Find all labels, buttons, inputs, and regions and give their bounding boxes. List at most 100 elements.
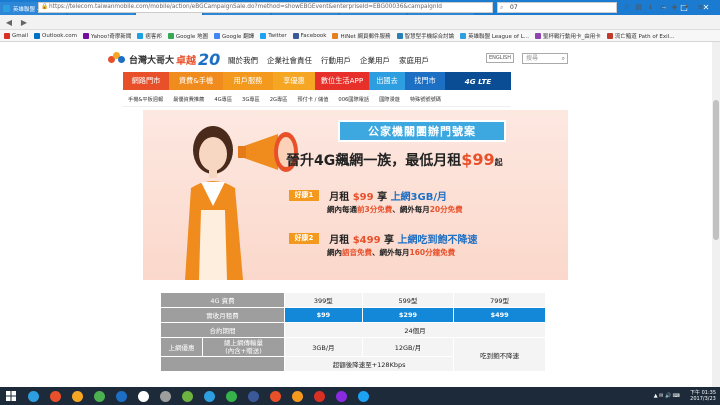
tray-icons: ▲ ✉ 🔊 ⌨ — [653, 393, 680, 399]
bookmark-favicon-icon — [137, 32, 144, 39]
offer-sub-pre: 網內 — [327, 248, 342, 257]
bookmark-favicon-icon — [292, 32, 299, 39]
subnav-link[interactable]: 2G專區 — [270, 96, 288, 103]
site-logo[interactable]: 台灣大哥大 卓越 20 — [108, 48, 220, 70]
scroll-thumb[interactable] — [713, 100, 719, 240]
offer-price: $99 — [352, 192, 374, 203]
bookmark-item[interactable]: 英雄聯盟 League of L... — [460, 32, 529, 40]
mainnav-item[interactable]: 享優惠 — [273, 72, 315, 90]
bookmark-item[interactable]: 智慧型手機綜合討論 — [396, 32, 454, 40]
topnav-link[interactable]: 關於我們 — [228, 55, 258, 66]
topnav-link[interactable]: 行動用戶 — [321, 55, 351, 66]
taskbar-app[interactable] — [176, 387, 198, 405]
app-icon — [115, 390, 127, 402]
topnav-link[interactable]: 家庭用戶 — [399, 55, 429, 66]
clock-date: 2017/3/23 — [690, 396, 716, 402]
table-row: 合約期間 24個月 — [160, 322, 546, 338]
promo-banner: 公家機關團辦門號案 晉升4G飆網一族，最低月租$99起 好康1 月租 $99 享… — [143, 110, 568, 280]
bookmark-item[interactable]: HiNet 網頁郵件服務 — [332, 32, 391, 40]
url-bar[interactable]: 🔒 https://telecom.taiwanmobile.com/mobile… — [38, 2, 493, 13]
search-icon[interactable]: ⌕ — [562, 54, 565, 63]
site-search-placeholder: 搜尋 — [526, 55, 539, 62]
bookmarks-bar: Gmail Outlook.com Yahoo!奇摩新聞 痞客邦 Google 地圖 Go… — [0, 30, 720, 42]
bookmark-item[interactable]: Yahoo!奇摩新聞 — [82, 32, 131, 40]
taskbar-app[interactable] — [88, 387, 110, 405]
start-button[interactable] — [0, 387, 22, 405]
taskbar-app[interactable] — [242, 387, 264, 405]
offer-mid: 享 — [384, 235, 395, 246]
bookmark-item[interactable]: Twitter — [260, 32, 287, 39]
taskbar-app[interactable] — [308, 387, 330, 405]
subnav-link[interactable]: 特殊號號號碼 — [410, 96, 441, 103]
logo-mark-icon — [108, 52, 126, 66]
table-cell: 實收月租費 — [160, 307, 285, 323]
back-button[interactable]: ◀ — [3, 16, 15, 28]
taskbar-app[interactable] — [110, 387, 132, 405]
app-icon — [335, 390, 347, 402]
bookmark-item[interactable]: Gmail — [4, 32, 29, 39]
topnav-link[interactable]: 企業社會責任 — [267, 55, 312, 66]
app-icon — [159, 390, 171, 402]
bookmark-item[interactable]: Outlook.com — [34, 32, 77, 39]
app-icon — [27, 390, 39, 402]
bookmark-item[interactable]: Google 地圖 — [167, 32, 208, 40]
taskbar-app[interactable] — [44, 387, 66, 405]
mainnav-item[interactable]: 資費&手機 — [169, 72, 223, 90]
taskbar-app[interactable] — [132, 387, 154, 405]
bookmark-item[interactable]: Google 翻譯 — [214, 32, 254, 40]
offer-sub-mid: 、網外每月 — [372, 248, 410, 257]
taskbar-app[interactable] — [330, 387, 352, 405]
site-search-input[interactable]: 搜尋 ⌕ — [522, 53, 568, 64]
subnav-link[interactable]: 手機&平板週報 — [128, 96, 163, 103]
mainnav-item[interactable]: 出國去 — [369, 72, 405, 90]
subnav-link[interactable]: 預付卡 / 儲值 — [297, 96, 328, 103]
offer-mid: 享 — [377, 192, 388, 203]
taskbar-app[interactable] — [154, 387, 176, 405]
mainnav-item[interactable]: 找門市 — [405, 72, 445, 90]
topnav-link[interactable]: 企業用戶 — [360, 55, 390, 66]
addon-icon[interactable]: ✦ — [682, 3, 691, 12]
subnav-link[interactable]: 最優資費推薦 — [173, 96, 204, 103]
browser-search-input[interactable]: ⌕ 07 — [497, 2, 617, 13]
download-icon[interactable]: ↓ — [646, 3, 655, 12]
clock[interactable]: 下午 01:35 2017/3/23 — [690, 390, 716, 402]
logo-brand: 卓越 — [176, 55, 197, 67]
mainnav-item[interactable]: 用戶服務 — [223, 72, 273, 90]
taskbar-app[interactable] — [264, 387, 286, 405]
taskbar-app[interactable] — [66, 387, 88, 405]
taskbar-app[interactable] — [22, 387, 44, 405]
subnav-link[interactable]: 006國際電話 — [338, 96, 369, 103]
page-scrollbar[interactable] — [712, 42, 720, 387]
bookmark-favicon-icon — [535, 32, 542, 39]
mainnav-item[interactable]: 網路門市 — [123, 72, 169, 90]
english-button[interactable]: ENGLISH — [486, 53, 514, 63]
taskbar-app[interactable] — [352, 387, 374, 405]
bookmark-label: Gmail — [12, 32, 29, 39]
table-cell: $499 — [453, 307, 546, 323]
banner-ribbon: 公家機關團辦門號案 — [338, 120, 506, 142]
forward-button[interactable]: ▶ — [18, 16, 30, 28]
bookmark-star-icon[interactable]: ☆ — [622, 3, 631, 12]
offer-subtext: 網內每通前3分免費、網外每月20分免費 — [327, 204, 463, 215]
taskbar-app[interactable] — [286, 387, 308, 405]
home-icon[interactable]: ⌂ — [658, 3, 667, 12]
library-icon[interactable]: ▤ — [634, 3, 643, 12]
offer-highlight: 上網吃到飽不降速 — [397, 235, 478, 246]
bookmark-item[interactable]: Facebook — [292, 32, 326, 39]
taskbar-app[interactable] — [198, 387, 220, 405]
subnav-link[interactable]: 4G專區 — [214, 96, 232, 103]
bookmark-favicon-icon — [4, 32, 10, 39]
offer-label: 月租 — [329, 235, 350, 246]
bookmark-item[interactable]: 流亡黯道 Path of Exil... — [606, 32, 674, 40]
bookmark-item[interactable]: 痞客邦 — [137, 32, 162, 40]
browser-search-value: 07 — [510, 4, 518, 11]
bookmark-item[interactable]: 聖杯戰行動用卡_由用卡 — [535, 32, 601, 40]
menu-icon[interactable]: ≡ — [696, 3, 705, 12]
app-icon — [49, 390, 61, 402]
mainnav-item[interactable]: 4G LTE — [445, 72, 511, 90]
subnav-link[interactable]: 國際漫遊 — [379, 96, 400, 103]
pocket-icon[interactable]: ◈ — [670, 3, 679, 12]
taskbar-app[interactable] — [220, 387, 242, 405]
mainnav-item[interactable]: 數位生活APP — [315, 72, 369, 90]
subnav-link[interactable]: 3G專區 — [242, 96, 260, 103]
